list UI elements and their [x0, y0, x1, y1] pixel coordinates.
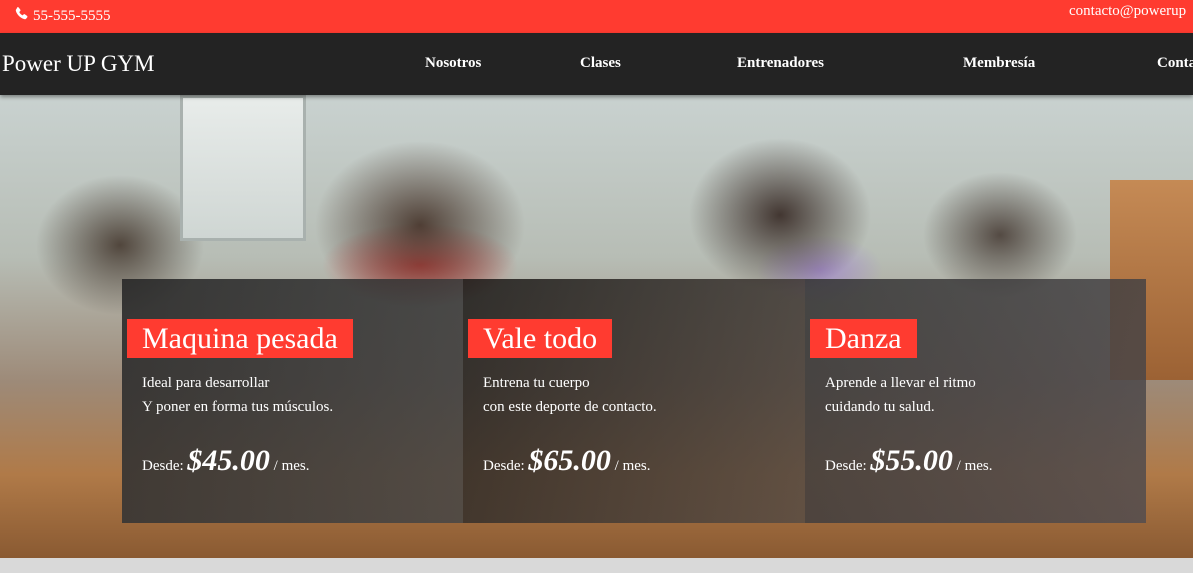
page-bottom-strip [0, 558, 1193, 573]
email-link[interactable]: contacto@powerup [1069, 3, 1186, 20]
class-card-maquina-pesada[interactable]: Maquina pesada Ideal para desarrollar Y … [122, 279, 463, 523]
nav-item-membresia[interactable]: Membresía [963, 55, 1035, 72]
price-suffix: / mes. [273, 458, 310, 474]
card-desc-line: con este deporte de contacto. [483, 399, 657, 415]
nav-item-nosotros[interactable]: Nosotros [425, 55, 481, 72]
nav-item-entrenadores[interactable]: Entrenadores [737, 55, 824, 72]
card-title: Vale todo [468, 319, 613, 358]
class-card-vale-todo[interactable]: Vale todo Entrena tu cuerpo con este dep… [463, 279, 805, 523]
classes-cards: Maquina pesada Ideal para desarrollar Y … [122, 279, 1146, 523]
brand-logo[interactable]: Power UP GYM [2, 51, 155, 77]
card-title: Danza [810, 319, 917, 358]
background-window [180, 95, 306, 241]
top-contact-bar: 55-555-5555 contacto@powerup [0, 0, 1193, 33]
price-prefix: Desde: [825, 458, 867, 474]
phone-icon [14, 6, 29, 26]
card-description: Ideal para desarrollar Y poner en forma … [142, 371, 333, 419]
price-amount: $65.00 [528, 444, 611, 477]
price-amount: $45.00 [187, 444, 270, 477]
card-desc-line: cuidando tu salud. [825, 399, 935, 415]
nav-item-contacto[interactable]: Conta [1157, 55, 1193, 72]
card-title: Maquina pesada [127, 319, 353, 358]
card-price: Desde: $65.00 / mes. [483, 444, 651, 478]
price-prefix: Desde: [483, 458, 525, 474]
card-desc-line: Aprende a llevar el ritmo [825, 375, 976, 391]
price-prefix: Desde: [142, 458, 184, 474]
card-desc-line: Ideal para desarrollar [142, 375, 270, 391]
nav-item-clases[interactable]: Clases [580, 55, 621, 72]
price-suffix: / mes. [614, 458, 651, 474]
price-amount: $55.00 [870, 444, 953, 477]
phone-number: 55-555-5555 [33, 7, 111, 24]
card-description: Entrena tu cuerpo con este deporte de co… [483, 371, 657, 419]
price-suffix: / mes. [956, 458, 993, 474]
card-price: Desde: $55.00 / mes. [825, 444, 993, 478]
card-description: Aprende a llevar el ritmo cuidando tu sa… [825, 371, 976, 419]
main-navbar: Power UP GYM Nosotros Clases Entrenadore… [0, 33, 1193, 95]
card-desc-line: Y poner en forma tus músculos. [142, 399, 334, 415]
phone-contact[interactable]: 55-555-5555 [14, 6, 111, 26]
class-card-danza[interactable]: Danza Aprende a llevar el ritmo cuidando… [805, 279, 1146, 523]
card-desc-line: Entrena tu cuerpo [483, 375, 590, 391]
card-price: Desde: $45.00 / mes. [142, 444, 310, 478]
